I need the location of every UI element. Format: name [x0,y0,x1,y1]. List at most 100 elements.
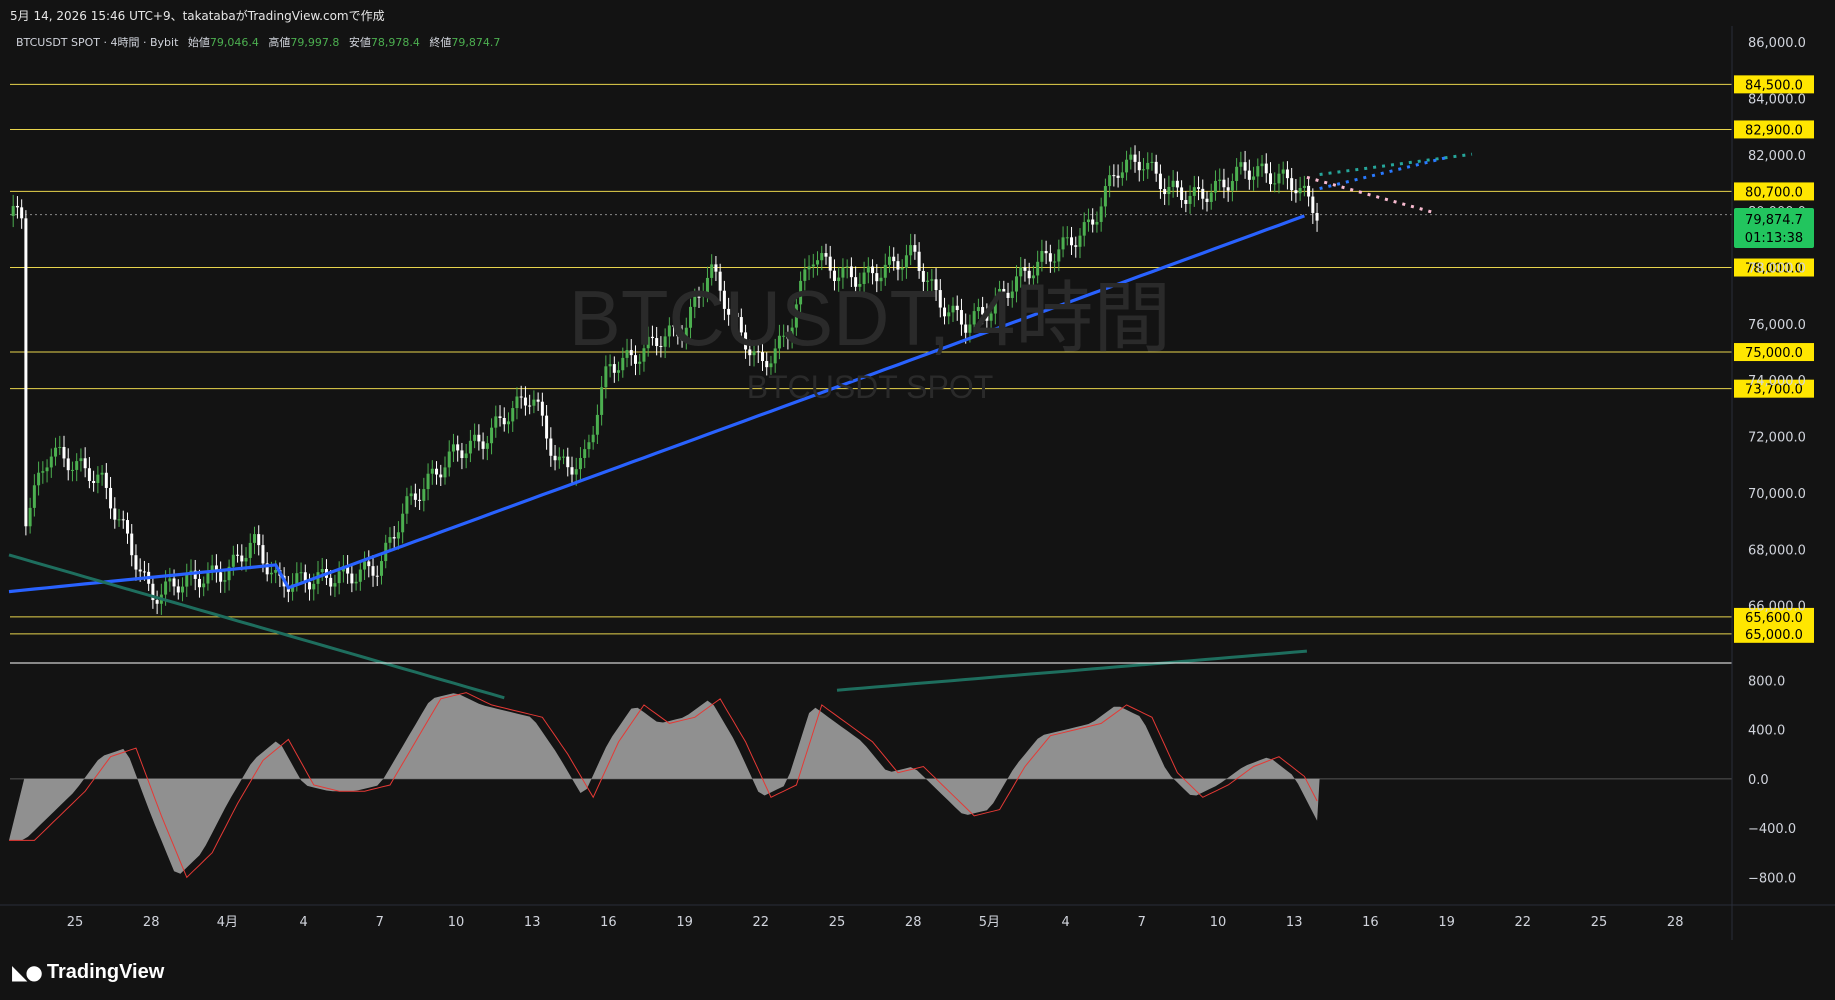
legend-symbol: BTCUSDT SPOT · 4時間 · Bybit [16,36,179,49]
candle-body [1209,192,1213,202]
candle-body [502,417,506,425]
candle-body [1192,187,1196,196]
candle-body [176,586,180,593]
candle-body [24,218,28,527]
candle-body [1252,176,1256,180]
candle-body [138,569,142,572]
time-tick-label: 19 [676,915,693,930]
candle-body [261,545,265,564]
candle-body [100,472,104,475]
candle-body [460,450,464,459]
candle-body [451,444,455,452]
time-tick-label: 7 [376,915,384,930]
candle-body [1184,200,1188,204]
candle-body [1112,175,1116,177]
candle-body [1133,154,1137,162]
macd-tick-label: −800.0 [1748,871,1796,886]
candle-body [811,264,815,267]
candle-body [1108,175,1112,187]
candle-body [1146,162,1150,170]
time-tick-label: 13 [524,915,541,930]
candle-body [121,519,125,521]
candle-body [375,575,379,577]
legend-high-label: 高値 [268,35,290,49]
candle-body [388,537,392,543]
candle-body [1125,159,1129,173]
candle-body [49,456,53,468]
candle-body [477,434,481,442]
candle-body [426,473,430,490]
candle-body [75,461,79,470]
time-tick-label: 22 [1515,915,1532,930]
candle-body [1277,173,1281,184]
candle-body [320,569,324,573]
candle-body [274,569,278,573]
chart-canvas[interactable]: 84,500.0 82,900.0 80,700.0 78,000.0 75,000.0… [0,0,1835,950]
candle-body [587,442,591,450]
tradingview-logo[interactable]: ◣● TradingView [12,960,164,984]
candle-body [443,467,447,478]
candle-body [109,487,113,509]
candle-body [299,572,303,574]
candle-body [96,474,100,483]
candle-body [20,207,24,219]
candle-body [240,555,244,562]
candle-body [1315,212,1319,221]
candle-body [536,399,540,402]
candle-body [468,440,472,454]
candle-body [1116,175,1120,178]
candle-body [591,434,595,443]
candle-body [566,456,570,468]
candle-body [1205,198,1209,202]
candle-body [1201,188,1205,199]
macd-tick-label: 0.0 [1748,773,1769,788]
candle-body [473,434,477,441]
candle-body [70,469,74,471]
time-tick-label: 22 [753,915,770,930]
price-tick-label: 66,000.0 [1748,600,1806,615]
candle-body [871,266,875,274]
candle-body [231,554,235,567]
candle-body [866,266,870,273]
time-tick-label: 5月 [979,915,1000,930]
candle-body [142,571,146,573]
candle-body [257,534,261,546]
candle-body [422,489,426,501]
candle-body [887,256,891,265]
legend-open-label: 始値 [188,35,210,49]
candle-body [523,397,527,406]
candle-body [418,499,422,501]
candle-body [379,561,383,576]
candle-body [1053,261,1057,263]
candle-body [1180,187,1184,201]
candle-body [358,569,362,582]
footer: ◣● TradingView [0,950,1835,1000]
candle-body [1188,195,1192,204]
price-tick-label: 68,000.0 [1748,543,1806,558]
candle-body [1294,190,1298,194]
candle-body [223,580,227,582]
candle-body [92,481,96,483]
candle-body [1154,161,1158,174]
candle-body [134,555,138,570]
candle-body [236,554,240,556]
legend-open: 79,046.4 [210,36,259,49]
candle-body [155,600,159,604]
legend-high: 79,997.8 [290,36,339,49]
candle-body [164,581,168,595]
time-tick-label: 19 [1438,915,1455,930]
candle-body [1302,185,1306,188]
candle-body [113,508,117,520]
candle-body [405,496,409,514]
candle-body [1061,237,1065,250]
candle-body [1103,186,1107,207]
candle-body [1273,183,1277,185]
candle-body [1150,161,1154,163]
candle-body [363,561,367,570]
price-tick-label: 78,000.0 [1748,262,1806,277]
candle-body [269,572,273,575]
candle-body [1120,172,1124,178]
candle-body [401,513,405,533]
watermark-main: BTCUSDT, 4時間 [569,274,1171,362]
candle-body [714,264,718,272]
